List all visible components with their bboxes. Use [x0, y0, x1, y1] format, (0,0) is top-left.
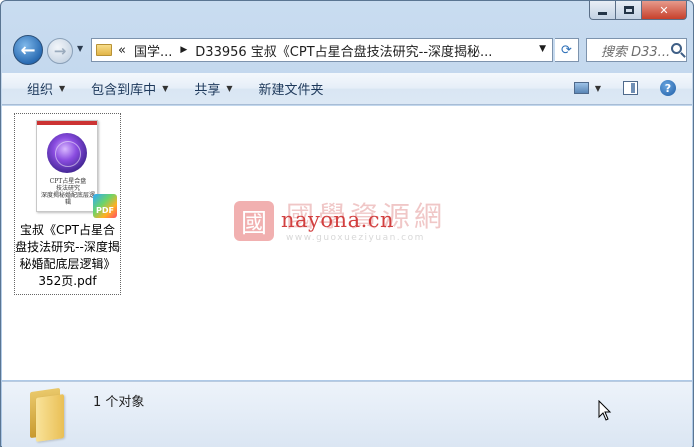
- address-bar[interactable]: « 国学... ▶ D33956 宝叔《CPT占星合盘技法研究--深度揭秘...…: [91, 38, 553, 62]
- new-folder-button[interactable]: 新建文件夹: [259, 79, 324, 98]
- folder-icon: [96, 44, 112, 56]
- refresh-icon: ⟳: [561, 42, 572, 58]
- recent-pages-dropdown[interactable]: ▼: [77, 44, 83, 53]
- watermark-seal-icon: 國: [234, 201, 274, 241]
- change-view-icon[interactable]: [573, 82, 589, 94]
- breadcrumb-item-current-folder[interactable]: D33956 宝叔《CPT占星合盘技法研究--深度揭秘...: [195, 41, 492, 60]
- pdf-thumbnail: CPT占星合盘 技法研究 深度揭秘婚配底层逻辑: [36, 120, 98, 212]
- search-placeholder: 搜索 D33...: [601, 44, 671, 60]
- details-pane: 1 个对象: [2, 381, 692, 447]
- close-icon: ✕: [659, 3, 669, 17]
- minimize-button[interactable]: [589, 1, 616, 20]
- caption-buttons: ✕: [589, 1, 687, 20]
- file-item[interactable]: CPT占星合盘 技法研究 深度揭秘婚配底层逻辑 PDF 宝叔《CPT占星合盘技法…: [14, 113, 121, 295]
- new-folder-label: 新建文件夹: [258, 83, 324, 98]
- minimize-icon: [598, 11, 607, 15]
- cover-text: CPT占星合盘 技法研究 深度揭秘婚配底层逻辑: [41, 178, 96, 206]
- forward-button[interactable]: →: [47, 38, 73, 64]
- view-options-caret-icon[interactable]: ▼: [595, 84, 601, 93]
- address-dropdown-icon[interactable]: ▼: [539, 44, 546, 54]
- cover-orb-image: [47, 133, 87, 173]
- include-in-library-menu[interactable]: 包含到库中 ▼: [91, 79, 168, 98]
- file-name: 宝叔《CPT占星合盘技法研究--深度揭秘婚配底层逻辑》352页.pdf: [15, 223, 120, 288]
- back-arrow-icon: ←: [20, 39, 36, 61]
- organize-menu[interactable]: 组织 ▼: [27, 79, 65, 98]
- breadcrumb: « 国学... ▶ D33956 宝叔《CPT占星合盘技法研究--深度揭秘...: [118, 41, 492, 60]
- cover-band: [37, 121, 97, 125]
- preview-pane-icon[interactable]: [623, 81, 638, 95]
- include-in-library-label: 包含到库中: [91, 83, 157, 98]
- share-menu[interactable]: 共享 ▼: [194, 79, 232, 98]
- search-input[interactable]: 搜索 D33...: [586, 38, 687, 62]
- refresh-button[interactable]: ⟳: [555, 38, 579, 62]
- organize-label: 组织: [27, 83, 54, 98]
- pdf-icon: PDF: [93, 194, 117, 218]
- maximize-button[interactable]: [616, 1, 642, 20]
- caret-down-icon: ▼: [59, 84, 66, 93]
- back-button[interactable]: ←: [13, 35, 43, 65]
- item-count: 1 个对象: [93, 395, 145, 410]
- close-button[interactable]: ✕: [642, 1, 687, 20]
- explorer-window: ✕ ← → ▼ « 国学... ▶ D33956 宝叔《CPT占星合盘技法研究-…: [0, 0, 694, 447]
- navigation-row: ← → ▼ « 国学... ▶ D33956 宝叔《CPT占星合盘技法研究--深…: [9, 35, 687, 65]
- watermark-url: www.guoxueziyuan.com: [286, 233, 425, 243]
- share-label: 共享: [194, 83, 221, 98]
- breadcrumb-overflow-icon[interactable]: «: [118, 43, 126, 58]
- chevron-right-icon[interactable]: ▶: [180, 45, 187, 55]
- command-toolbar: 组织 ▼ 包含到库中 ▼ 共享 ▼ 新建文件夹 ▼ ?: [2, 73, 692, 105]
- caret-down-icon: ▼: [162, 84, 169, 93]
- search-icon[interactable]: [671, 43, 682, 54]
- watermark-domain: nayona.cn: [281, 208, 395, 232]
- toolbar-right: ▼ ?: [573, 80, 676, 96]
- breadcrumb-item-guoxue[interactable]: 国学...: [134, 41, 172, 60]
- large-folder-icon: [30, 387, 66, 442]
- forward-arrow-icon: →: [53, 42, 67, 60]
- maximize-icon: [623, 6, 634, 14]
- caret-down-icon: ▼: [226, 84, 233, 93]
- help-icon[interactable]: ?: [660, 80, 676, 96]
